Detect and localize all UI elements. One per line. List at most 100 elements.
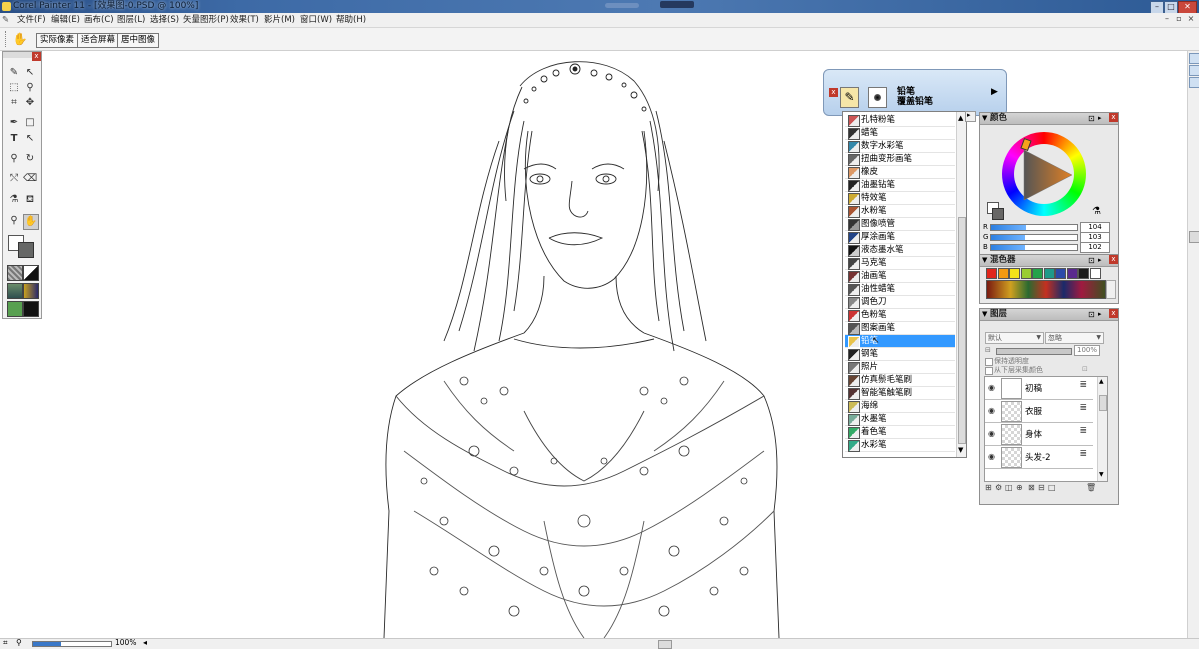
- collapse-arrow-icon[interactable]: ▼: [982, 113, 987, 124]
- layer-adjust-icon[interactable]: ⊟: [1038, 483, 1045, 492]
- collapse-arrow-icon[interactable]: ▼: [982, 255, 987, 266]
- layers-panel-close-button[interactable]: x: [1109, 309, 1118, 318]
- nozzle-selector-icon[interactable]: [7, 301, 23, 317]
- scroll-up-arrow[interactable]: ▲: [958, 114, 963, 122]
- b-slider[interactable]: [990, 244, 1078, 251]
- brush-list-flyout-button[interactable]: ▸: [965, 111, 976, 122]
- scroll-down-arrow[interactable]: ▼: [958, 446, 963, 454]
- saturation-value-triangle[interactable]: [1020, 148, 1074, 202]
- mixer-pad[interactable]: [986, 280, 1106, 299]
- layer-list-scroll-thumb[interactable]: [1099, 395, 1107, 411]
- doc-minimize-button[interactable]: –: [1162, 14, 1172, 24]
- brush-list-item[interactable]: 马克笔: [845, 257, 955, 270]
- mixer-panel-header[interactable]: ▼ 混色器 ⊡ ▸: [980, 255, 1118, 267]
- menu-window[interactable]: 窗口(W): [300, 13, 332, 27]
- pattern-selector-icon[interactable]: [7, 283, 23, 299]
- mixer-color-swatch[interactable]: [1078, 268, 1089, 279]
- mixer-color-swatch[interactable]: [997, 268, 1009, 279]
- brush-list-item[interactable]: 钢笔: [845, 348, 955, 361]
- vertical-scroll-thumb[interactable]: [1189, 231, 1199, 243]
- scroll-down-arrow[interactable]: ▼: [1099, 471, 1104, 478]
- layer-item[interactable]: ◉ 初稿 ≣: [985, 377, 1093, 400]
- crop-tool-icon[interactable]: ⌗: [7, 96, 21, 110]
- menu-effects[interactable]: 效果(T): [230, 13, 259, 27]
- layer-item[interactable]: ◉ 衣服 ≣: [985, 400, 1093, 423]
- menu-select[interactable]: 选择(S): [150, 13, 179, 27]
- layer-adjuster-icon[interactable]: ✥: [23, 96, 37, 110]
- g-slider[interactable]: [990, 234, 1078, 241]
- opacity-slider[interactable]: [996, 348, 1072, 355]
- shape-selection-icon[interactable]: ↖: [23, 132, 37, 146]
- view-mode-icon[interactable]: ⌗: [3, 638, 8, 648]
- zoom-slider[interactable]: [32, 641, 112, 647]
- center-image-button[interactable]: 居中图像: [117, 33, 160, 48]
- pick-up-color-checkbox[interactable]: [985, 367, 993, 375]
- zoom-icon[interactable]: ⚲: [7, 214, 21, 228]
- brush-list-item[interactable]: 图案画笔: [845, 322, 955, 335]
- brush-list-item-selected[interactable]: 铅笔 ↖: [845, 335, 955, 348]
- panel-options-icon[interactable]: ⊡: [1088, 255, 1095, 266]
- scroll-toolbar-icon-2[interactable]: [1189, 65, 1199, 76]
- visibility-eye-icon[interactable]: ◉: [988, 406, 995, 415]
- doc-close-button[interactable]: ×: [1186, 14, 1196, 24]
- brush-list-item[interactable]: 色粉笔: [845, 309, 955, 322]
- scroll-up-arrow[interactable]: ▲: [1099, 378, 1104, 385]
- text-tool-icon[interactable]: T: [7, 132, 21, 146]
- brush-list-item[interactable]: 油性蜡笔: [845, 283, 955, 296]
- scroll-toolbar-icon[interactable]: [1189, 53, 1199, 64]
- brush-list-item[interactable]: 扭曲变形画笔: [845, 153, 955, 166]
- brush-variant-name[interactable]: 覆盖铅笔: [897, 98, 933, 107]
- trash-icon[interactable]: 🗑: [1086, 483, 1096, 492]
- eraser-icon[interactable]: ⌫: [23, 172, 37, 186]
- brush-selector-close-button[interactable]: x: [829, 88, 838, 97]
- menu-edit[interactable]: 编辑(E): [51, 13, 80, 27]
- brush-list-item[interactable]: 橡皮: [845, 166, 955, 179]
- brush-variant-icon[interactable]: [868, 87, 887, 108]
- brush-list-scrollbar[interactable]: ▲ ▼: [956, 112, 966, 457]
- brush-list-item[interactable]: 油画笔: [845, 270, 955, 283]
- menu-canvas[interactable]: 画布(C): [84, 13, 114, 27]
- menu-movie[interactable]: 影片(M): [264, 13, 295, 27]
- panel-menu-arrow[interactable]: ▸: [1098, 309, 1102, 320]
- dynamic-plugins-icon[interactable]: ⚙: [995, 483, 1002, 492]
- mixer-panel-close-button[interactable]: x: [1109, 255, 1118, 264]
- gradient-selector-icon[interactable]: [23, 265, 39, 281]
- blender-icon[interactable]: ⤲: [7, 172, 21, 186]
- doc-restore-button[interactable]: ▫: [1174, 14, 1184, 24]
- brush-list-item[interactable]: 图像喷管: [845, 218, 955, 231]
- visibility-eye-icon[interactable]: ◉: [988, 383, 995, 392]
- panel-options-icon[interactable]: ⊡: [1088, 309, 1095, 320]
- brush-list-item[interactable]: 水墨笔: [845, 413, 955, 426]
- dropper-arrow-icon[interactable]: ↖: [23, 66, 37, 80]
- brush-list-item[interactable]: 智能笔触笔刷: [845, 387, 955, 400]
- composite-depth-select[interactable]: 忽略 ▼: [1045, 332, 1104, 344]
- look-selector-icon[interactable]: [23, 301, 39, 317]
- brush-list-item[interactable]: 水粉笔: [845, 205, 955, 218]
- magic-wand-icon[interactable]: ⚲: [23, 81, 37, 95]
- b-value[interactable]: 102: [1080, 242, 1110, 253]
- mixer-color-swatch[interactable]: [1066, 268, 1078, 279]
- brush-list-item[interactable]: 液态墨水笔: [845, 244, 955, 257]
- brush-list-item[interactable]: 仿真鬃毛笔刷: [845, 374, 955, 387]
- layer-lock-icon[interactable]: ⊟: [985, 346, 991, 354]
- brush-list-scroll-thumb[interactable]: [958, 217, 966, 444]
- mixer-color-swatch[interactable]: [1032, 268, 1043, 279]
- brush-list-item[interactable]: 特效笔: [845, 192, 955, 205]
- new-layer-icon[interactable]: ⊕: [1016, 483, 1023, 492]
- mixer-scrollbar[interactable]: [1106, 280, 1116, 299]
- menu-layers[interactable]: 图层(L): [117, 13, 145, 27]
- paint-bucket-icon[interactable]: ⛾: [23, 193, 37, 207]
- layer-item[interactable]: ◉ 头发-2 ≣: [985, 446, 1093, 469]
- rotate-icon[interactable]: ↻: [23, 152, 37, 166]
- color-dropper-icon[interactable]: ⚗: [1092, 206, 1101, 217]
- brush-list-item[interactable]: 着色笔: [845, 426, 955, 439]
- eyedropper-icon[interactable]: ⚗: [7, 193, 21, 207]
- paper-selector-icon[interactable]: [7, 265, 23, 281]
- toolbox-close-button[interactable]: x: [32, 52, 41, 61]
- rect-select-icon[interactable]: ⬚: [7, 81, 21, 95]
- grabber-hand-icon[interactable]: ✋: [12, 32, 28, 46]
- mixer-color-swatch[interactable]: [1055, 268, 1066, 279]
- r-slider[interactable]: [990, 224, 1078, 231]
- panel-options-icon[interactable]: ⊡: [1088, 113, 1095, 124]
- actual-size-button[interactable]: 实际像素: [36, 33, 79, 48]
